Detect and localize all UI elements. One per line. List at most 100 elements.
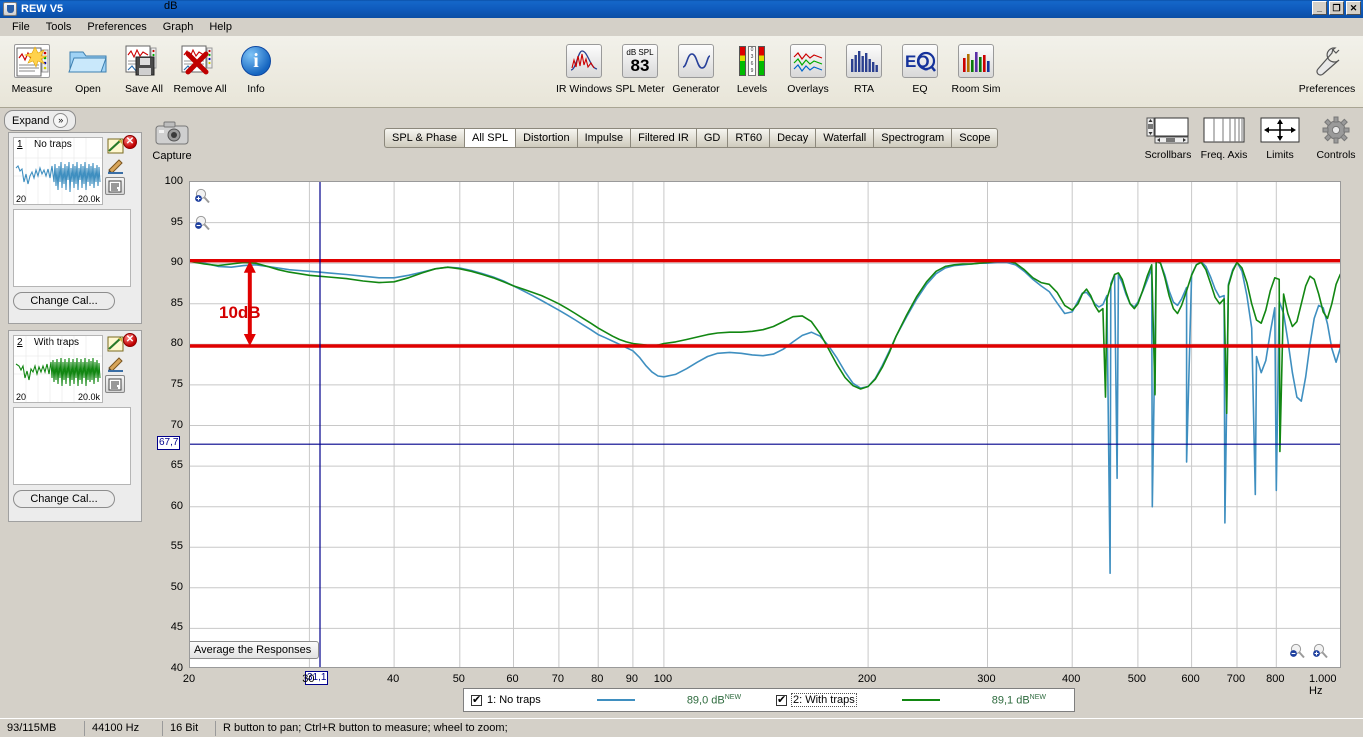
y-axis-tick-label: 95 [170, 215, 183, 228]
change-cal-button-2[interactable]: Change Cal... [13, 490, 115, 508]
save-all-label: Save All [125, 83, 163, 95]
y-axis-tick-label: 70 [170, 418, 183, 431]
close-icon[interactable]: ✕ [123, 333, 137, 347]
x-axis-tick-label: 60 [506, 673, 519, 685]
x-axis-tick-label: 20 [182, 673, 196, 685]
gear-icon [1321, 116, 1351, 147]
legend-checkbox-2[interactable] [776, 693, 787, 706]
tab-spectrogram[interactable]: Spectrogram [873, 128, 952, 148]
preferences-label: Preferences [1298, 83, 1356, 95]
y-axis-unit-label: dB [164, 0, 178, 12]
zoom-in-icon[interactable] [1312, 643, 1328, 659]
tab-filtered-ir[interactable]: Filtered IR [630, 128, 696, 148]
measurement-thumbnail-2[interactable]: 2 With traps 20 20.0k [13, 335, 103, 403]
zoom-in-icon[interactable] [194, 188, 210, 204]
legend-checkbox-1[interactable] [471, 693, 482, 706]
tab-gd[interactable]: GD [695, 128, 728, 148]
legend-value-2: 89,1 dBNEW [991, 693, 1047, 707]
measurement-card-2[interactable]: ✕ 2 With traps 20 20.0k Change Cal... [8, 330, 142, 522]
close-icon[interactable]: ✕ [123, 135, 137, 149]
tab-scope[interactable]: Scope [951, 128, 999, 148]
tab-impulse[interactable]: Impulse [576, 128, 631, 148]
scrollbars-label: Scrollbars [1144, 149, 1192, 161]
edit-icon[interactable] [105, 137, 125, 155]
menu-item-preferences[interactable]: Preferences [79, 19, 154, 35]
menu-item-file[interactable]: File [4, 19, 38, 35]
x-axis-tick-label: 100 [653, 673, 673, 685]
expand-button[interactable]: Expand » [4, 110, 77, 131]
x-axis-tick-label: 300 [977, 673, 996, 685]
measurement-notes-2[interactable] [13, 407, 131, 485]
overlays-button[interactable]: Overlays [780, 40, 836, 95]
freq-axis-button[interactable]: Freq. Axis [1196, 116, 1252, 161]
tab-decay[interactable]: Decay [769, 128, 816, 148]
legend-color-swatch-1 [596, 699, 635, 701]
limits-button[interactable]: Limits [1252, 116, 1308, 161]
expand-label: Expand [12, 114, 50, 127]
spl-meter-button[interactable]: dB SPL 83 SPL Meter [612, 40, 668, 95]
save-all-button[interactable]: Save All [116, 40, 172, 95]
average-responses-button[interactable]: Average the Responses [190, 641, 320, 659]
tab-rt60[interactable]: RT60 [727, 128, 770, 148]
legend-label-2: 2: With traps [791, 693, 857, 707]
zoom-out-icon[interactable] [1289, 643, 1305, 659]
edit-icon[interactable] [105, 335, 125, 353]
legend-entry-2[interactable]: 2: With traps 89,1 dBNEW [769, 689, 1074, 711]
tab-waterfall[interactable]: Waterfall [815, 128, 874, 148]
legend-value-1: 89,0 dBNEW [686, 693, 742, 707]
window-controls: _ ❐ ✕ [1312, 1, 1361, 15]
x-axis-tick-label: 40 [386, 673, 400, 685]
minimize-button[interactable]: _ [1312, 1, 1327, 15]
measurement-card-1[interactable]: ✕ 1 No traps 20 20.0k Change Cal... [8, 132, 142, 324]
notes-icon[interactable] [105, 177, 125, 195]
menu-item-help[interactable]: Help [201, 19, 240, 35]
info-icon: i [234, 40, 278, 82]
preferences-button[interactable]: Preferences [1292, 40, 1362, 95]
legend-entry-1[interactable]: 1: No traps 89,0 dBNEW [464, 689, 769, 711]
tab-spl-phase[interactable]: SPL & Phase [384, 128, 465, 148]
y-axis-tick-label: 45 [170, 621, 183, 634]
capture-button[interactable]: Capture [148, 120, 196, 162]
graph-tools-group: Scrollbars Freq. Axis Limits Controls [1140, 116, 1363, 161]
rta-button[interactable]: RTA [836, 40, 892, 95]
measurement-notes-1[interactable] [13, 209, 131, 287]
room-sim-button[interactable]: Room Sim [948, 40, 1004, 95]
tab-distortion[interactable]: Distortion [515, 128, 577, 148]
notes-icon[interactable] [105, 375, 125, 393]
generator-button[interactable]: Generator [668, 40, 724, 95]
thumbnail-low-freq-1: 20 [16, 194, 27, 204]
zoom-out-icon[interactable] [194, 215, 210, 231]
remove-all-button[interactable]: Remove All [172, 40, 228, 95]
ir-windows-label: IR Windows [556, 83, 613, 95]
close-button[interactable]: ✕ [1346, 1, 1361, 15]
change-cal-button-1[interactable]: Change Cal... [13, 292, 115, 310]
controls-button[interactable]: Controls [1308, 116, 1363, 161]
window-title: REW V5 [21, 3, 64, 15]
eq-icon: EQ [898, 40, 942, 82]
info-label: Info [247, 83, 265, 95]
pencil-icon[interactable] [105, 355, 125, 373]
ir-windows-button[interactable]: IR Windows [556, 40, 612, 95]
maximize-button[interactable]: ❐ [1329, 1, 1344, 15]
ten-db-annotation-label: 10dB [219, 303, 261, 322]
measure-button[interactable]: Measure [4, 40, 60, 95]
eq-button[interactable]: EQ EQ [892, 40, 948, 95]
status-hint: R button to pan; Ctrl+R button to measur… [223, 722, 508, 734]
pencil-icon[interactable] [105, 157, 125, 175]
menu-item-tools[interactable]: Tools [38, 19, 80, 35]
spl-chart-plot[interactable]: 10dB Average the Responses [189, 181, 1341, 668]
scrollbars-button[interactable]: Scrollbars [1140, 116, 1196, 161]
measurement-thumbnail-1[interactable]: 1 No traps 20 20.0k [13, 137, 103, 205]
open-button[interactable]: Open [60, 40, 116, 95]
x-axis-tick-label: 200 [857, 673, 877, 685]
menu-item-graph[interactable]: Graph [155, 19, 202, 35]
legend-color-swatch-2 [901, 699, 940, 701]
spl-meter-value: 83 [630, 55, 650, 75]
tab-all-spl[interactable]: All SPL [464, 128, 516, 148]
scrollbars-icon [1145, 116, 1191, 147]
status-bar: 93/115MB 44100 Hz 16 Bit R button to pan… [0, 718, 1363, 737]
info-button[interactable]: i Info [228, 40, 284, 95]
levels-button[interactable]: 0369 Levels [724, 40, 780, 95]
y-axis-tick-label: 50 [170, 580, 183, 593]
open-label: Open [75, 83, 101, 95]
